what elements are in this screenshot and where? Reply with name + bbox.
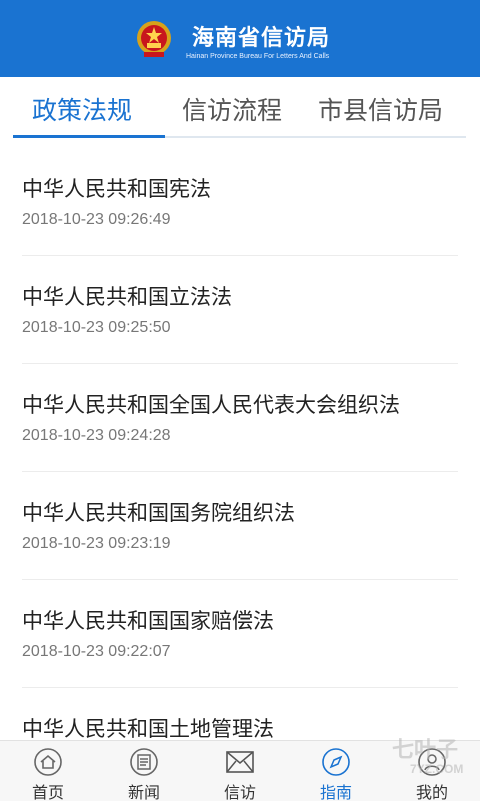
app-header: 海南省信访局 Hainan Province Bureau For Letter… <box>0 0 480 77</box>
tab-divider <box>13 135 466 138</box>
national-emblem-icon <box>137 21 171 57</box>
list-item-time: 2018-10-23 09:22:07 <box>22 643 171 660</box>
list-item-time: 2018-10-23 09:25:50 <box>22 319 171 336</box>
nav-news-label: 新闻 <box>127 783 160 802</box>
list-item[interactable]: 中华人民共和国全国人民代表大会组织法 2018-10-23 09:24:28 <box>22 363 458 472</box>
mail-icon <box>226 751 254 773</box>
list-item[interactable]: 中华人民共和国国务院组织法 2018-10-23 09:23:19 <box>22 471 458 580</box>
nav-home-label: 首页 <box>31 783 64 802</box>
compass-icon <box>322 748 350 776</box>
watermark: 七叶子 7YZ.COM <box>356 724 480 790</box>
tab-active-indicator <box>13 135 165 138</box>
tab-city-bureaus[interactable]: 市县信访局 <box>318 91 443 127</box>
nav-petition-label: 信访 <box>223 783 256 802</box>
list-item[interactable]: 中华人民共和国宪法 2018-10-23 09:26:49 <box>22 147 458 256</box>
tab-bar: 政策法规 信访流程 市县信访局 <box>0 77 480 139</box>
list-item-time: 2018-10-23 09:23:19 <box>22 535 171 552</box>
tab-process[interactable]: 信访流程 <box>182 91 282 127</box>
list-item-time: 2018-10-23 09:26:49 <box>22 211 171 228</box>
news-icon <box>130 748 158 776</box>
list-item-time: 2018-10-23 09:24:28 <box>22 427 171 444</box>
nav-petition[interactable]: 信访 <box>192 741 288 802</box>
page-title: 海南省信访局 <box>192 26 331 51</box>
list-item-title: 中华人民共和国土地管理法 <box>22 717 274 741</box>
list-item-title: 中华人民共和国宪法 <box>22 177 211 201</box>
list-item[interactable]: 中华人民共和国立法法 2018-10-23 09:25:50 <box>22 255 458 364</box>
list-item-title: 中华人民共和国全国人民代表大会组织法 <box>22 393 400 417</box>
list-item-title: 中华人民共和国立法法 <box>22 285 232 309</box>
tab-policy[interactable]: 政策法规 <box>32 91 132 127</box>
watermark-en: 7YZ.COM <box>410 762 464 776</box>
nav-news[interactable]: 新闻 <box>96 741 192 802</box>
watermark-cn: 七叶子 <box>392 738 459 763</box>
list-item-title: 中华人民共和国国家赔偿法 <box>22 609 274 633</box>
list-item-title: 中华人民共和国国务院组织法 <box>22 501 295 525</box>
page-subtitle: Hainan Province Bureau For Letters And C… <box>186 53 330 60</box>
home-icon <box>34 748 62 776</box>
nav-home[interactable]: 首页 <box>0 741 96 802</box>
list-item[interactable]: 中华人民共和国国家赔偿法 2018-10-23 09:22:07 <box>22 579 458 688</box>
